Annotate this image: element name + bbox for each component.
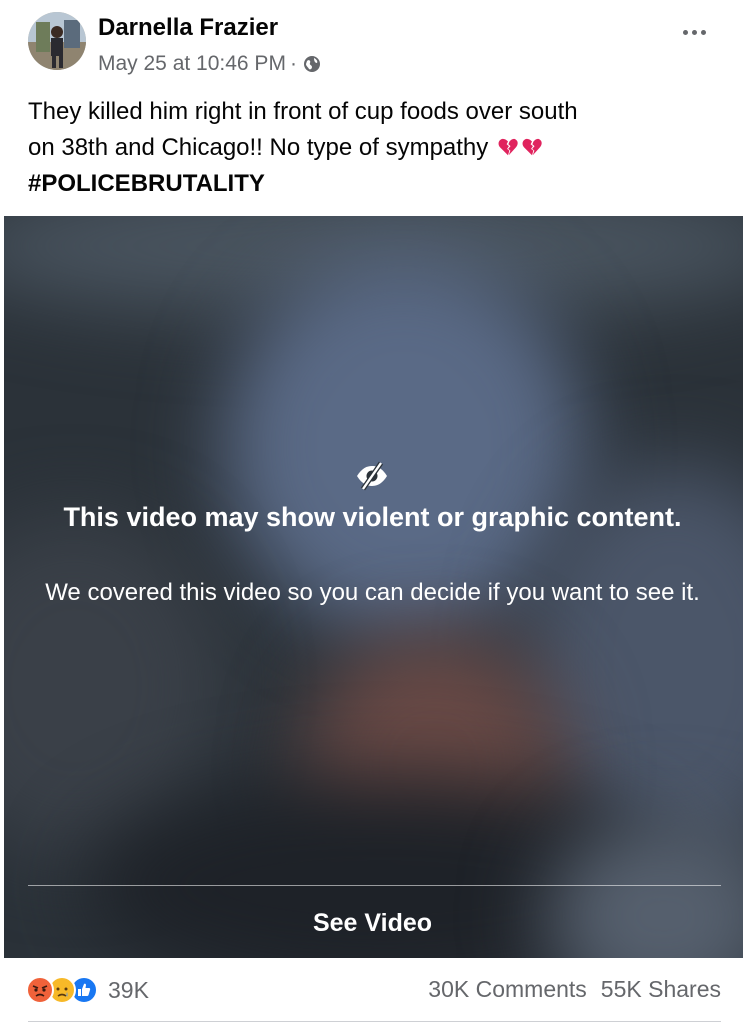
hashtag-link[interactable]: #POLICEBRUTALITY <box>28 166 718 202</box>
divider <box>28 1021 721 1022</box>
post-timestamp[interactable]: May 25 at 10:46 PM <box>98 52 286 76</box>
reaction-count: 39K <box>108 976 149 1003</box>
post-text-line-2-content: on 38th and Chicago!! No type of sympath… <box>28 134 489 161</box>
broken-heart-icon <box>521 133 543 156</box>
post-footer: 39K 30K Comments 55K Shares <box>0 958 743 1024</box>
post-text: They killed him right in front of cup fo… <box>28 94 718 202</box>
warning-subtitle: We covered this video so you can decide … <box>45 579 700 606</box>
divider <box>28 885 721 886</box>
angry-reaction-icon <box>26 976 54 1004</box>
shares-count[interactable]: 55K Shares <box>601 976 721 1003</box>
broken-heart-icon <box>497 133 519 156</box>
post-meta: May 25 at 10:46 PM · <box>98 52 321 76</box>
eye-slash-icon <box>354 458 390 494</box>
avatar[interactable] <box>28 12 86 70</box>
globe-icon <box>303 55 321 73</box>
see-video-button[interactable]: See Video <box>220 900 525 946</box>
post-header: Darnella Frazier May 25 at 10:46 PM · <box>0 0 743 95</box>
reactions-summary[interactable]: 39K <box>26 976 149 1004</box>
meta-separator: · <box>289 52 297 75</box>
engagement-stats: 30K Comments 55K Shares <box>428 976 721 1003</box>
warning-title: This video may show violent or graphic c… <box>63 502 682 532</box>
post-text-line-2: on 38th and Chicago!! No type of sympath… <box>28 130 718 166</box>
author-name[interactable]: Darnella Frazier <box>98 14 278 42</box>
more-options-icon[interactable] <box>679 22 709 42</box>
comments-count[interactable]: 30K Comments <box>428 976 587 1003</box>
post-text-line-1: They killed him right in front of cup fo… <box>28 98 578 125</box>
